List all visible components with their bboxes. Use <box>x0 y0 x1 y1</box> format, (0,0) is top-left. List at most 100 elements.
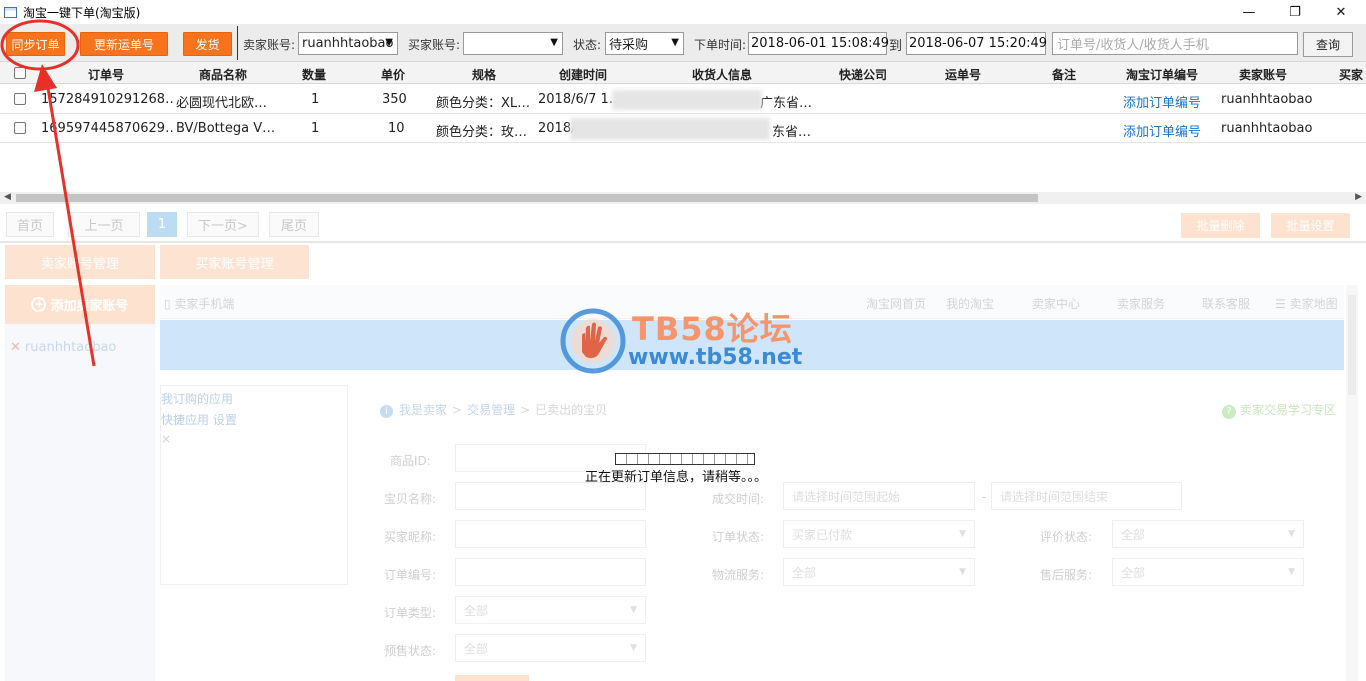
quick-apps-link[interactable]: 快捷应用 设置 <box>161 411 237 428</box>
quantity: 1 <box>311 92 320 107</box>
column-header[interactable]: 运单号 <box>945 66 981 83</box>
receiver-info: 东省… <box>772 125 812 140</box>
last-page-button[interactable]: 尾页 <box>269 212 319 237</box>
nav-item[interactable]: ☰ 卖家地图 <box>1275 295 1338 312</box>
breadcrumb-item: 已卖出的宝贝 <box>535 403 608 417</box>
scrollbar-thumb[interactable] <box>1348 295 1356 395</box>
search-input[interactable]: 订单号/收货人/收货人手机 <box>1052 32 1298 55</box>
row-checkbox[interactable] <box>14 93 26 105</box>
watermark-title: TB58论坛 <box>632 310 793 348</box>
close-button[interactable]: ✕ <box>1318 0 1364 24</box>
order-number: 157284910291268… <box>41 92 175 107</box>
breadcrumb-item[interactable]: 交易管理 <box>467 403 515 417</box>
minimize-button[interactable]: — <box>1226 0 1272 24</box>
scroll-right-icon[interactable]: ▶ <box>1355 192 1362 202</box>
add-seller-account-button[interactable]: + 添加卖家账号 <box>5 285 155 324</box>
toolbar-separator <box>237 26 238 60</box>
learning-zone-link[interactable]: ? 卖家交易学习专区 <box>1222 401 1336 419</box>
first-page-button[interactable]: 首页 <box>6 212 54 237</box>
nav-item[interactable]: 淘宝网首页 <box>866 295 926 312</box>
chevron-down-icon: ▼ <box>550 37 558 48</box>
chevron-down-icon: ▼ <box>385 37 393 48</box>
tb58-logo-icon <box>560 308 626 374</box>
sync-orders-button[interactable]: 同步订单 <box>6 32 65 56</box>
rating-label: 评价状态: <box>1040 530 1093 544</box>
seller-account-label: 卖家账号: <box>243 38 296 52</box>
scroll-left-icon[interactable]: ◀ <box>4 192 11 202</box>
update-tracking-button[interactable]: 更新运单号 <box>80 32 168 56</box>
breadcrumb-item[interactable]: 我是卖家 <box>399 403 447 417</box>
vertical-scrollbar[interactable] <box>1346 285 1358 681</box>
buyer-nick-input[interactable] <box>455 520 646 548</box>
aftersale-select[interactable]: 全部 ▼ <box>1112 558 1304 586</box>
column-header[interactable]: 淘宝订单编号 <box>1126 66 1198 83</box>
seller-account: ruanhhtaobao <box>1221 121 1313 136</box>
rating-select[interactable]: 全部 ▼ <box>1112 520 1304 548</box>
tab-seller-accounts[interactable]: 卖家账号管理 <box>5 245 155 279</box>
column-header[interactable]: 快递公司 <box>839 66 887 83</box>
orders-table: 订单号 商品名称 数量 单价 规格 创建时间 收货人信息 快递公司 运单号 备注… <box>0 62 1366 192</box>
chevron-down-icon: ▼ <box>630 643 637 653</box>
remove-icon[interactable]: ✕ <box>10 340 21 355</box>
column-header[interactable]: 创建时间 <box>559 66 607 83</box>
nav-item[interactable]: 卖家服务 <box>1117 295 1165 312</box>
batch-delete-button[interactable]: 批量删除 <box>1181 213 1260 238</box>
nav-item[interactable]: 联系客服 <box>1202 295 1250 312</box>
deal-time-start-input[interactable]: 请选择时间范围起始 <box>783 482 975 510</box>
ship-button[interactable]: 发货 <box>183 32 232 56</box>
add-tb-order-link[interactable]: 添加订单编号 <box>1123 121 1201 140</box>
order-no-input[interactable] <box>455 558 646 586</box>
item-name-input[interactable] <box>455 482 646 510</box>
loading-message: 正在更新订单信息，请稍等。。。 <box>585 470 768 485</box>
prev-page-button[interactable]: 上一页 <box>68 212 140 237</box>
nav-item[interactable]: 卖家中心 <box>1032 295 1080 312</box>
column-header[interactable]: 备注 <box>1052 66 1076 83</box>
close-icon[interactable]: × <box>161 432 171 446</box>
nav-item[interactable]: ▯ 卖家手机端 <box>164 295 234 312</box>
scrollbar-thumb[interactable] <box>16 194 1038 202</box>
next-page-button[interactable]: 下一页> <box>187 212 259 237</box>
logistics-select[interactable]: 全部 ▼ <box>783 558 975 586</box>
horizontal-scrollbar[interactable]: ◀ ▶ <box>0 192 1366 204</box>
tab-buyer-accounts[interactable]: 买家账号管理 <box>160 245 309 279</box>
order-no-label: 订单编号: <box>384 568 437 582</box>
info-icon: i <box>380 405 393 418</box>
deal-time-end-input[interactable]: 请选择时间范围结束 <box>991 482 1182 510</box>
plus-circle-icon: + <box>31 297 47 312</box>
status-value: 待采购 <box>609 38 649 53</box>
time-to-input[interactable]: 2018-06-07 15:20:49 <box>906 32 1047 55</box>
account-name: ruanhhtaobao <box>24 340 117 355</box>
my-apps-link[interactable]: 我订购的应用 <box>161 390 233 407</box>
batch-settings-button[interactable]: 批量设置 <box>1271 213 1350 238</box>
column-header[interactable]: 卖家账号 <box>1239 66 1287 83</box>
column-header[interactable]: 规格 <box>472 66 496 83</box>
logistics-label: 物流服务: <box>712 568 765 582</box>
column-header[interactable]: 收货人信息 <box>692 66 752 83</box>
add-tb-order-link[interactable]: 添加订单编号 <box>1123 92 1201 111</box>
nav-item[interactable]: 我的淘宝 <box>946 295 994 312</box>
time-from-input[interactable]: 2018-06-01 15:08:49 <box>748 32 889 55</box>
presale-select[interactable]: 全部 ▼ <box>455 634 646 662</box>
select-all-checkbox[interactable] <box>14 67 26 79</box>
app-icon <box>4 6 17 18</box>
order-type-select[interactable]: 全部 ▼ <box>455 596 646 624</box>
account-item[interactable]: ✕ ruanhhtaobao <box>10 340 116 355</box>
chevron-down-icon: ▼ <box>1288 529 1295 539</box>
privacy-blur <box>570 118 770 140</box>
search-orders-button[interactable] <box>455 675 529 681</box>
maximize-button[interactable]: ❐ <box>1272 0 1318 24</box>
column-header[interactable]: 单价 <box>381 66 405 83</box>
query-button[interactable]: 查询 <box>1303 32 1353 57</box>
current-page[interactable]: 1 <box>147 212 177 237</box>
receiver-info: 广东省… <box>760 96 813 111</box>
column-header[interactable]: 订单号 <box>88 66 124 83</box>
order-status-select[interactable]: 买家已付款 ▼ <box>783 520 975 548</box>
column-header[interactable]: 商品名称 <box>199 66 247 83</box>
order-type-label: 订单类型: <box>384 606 437 620</box>
column-header[interactable]: 买家 <box>1339 66 1363 83</box>
status-select[interactable]: 待采购 ▼ <box>605 32 684 55</box>
column-header[interactable]: 数量 <box>302 66 326 83</box>
seller-account-select[interactable]: ruanhhtaobao ▼ <box>298 32 398 55</box>
buyer-account-select[interactable]: ▼ <box>463 32 563 55</box>
row-checkbox[interactable] <box>14 122 26 134</box>
